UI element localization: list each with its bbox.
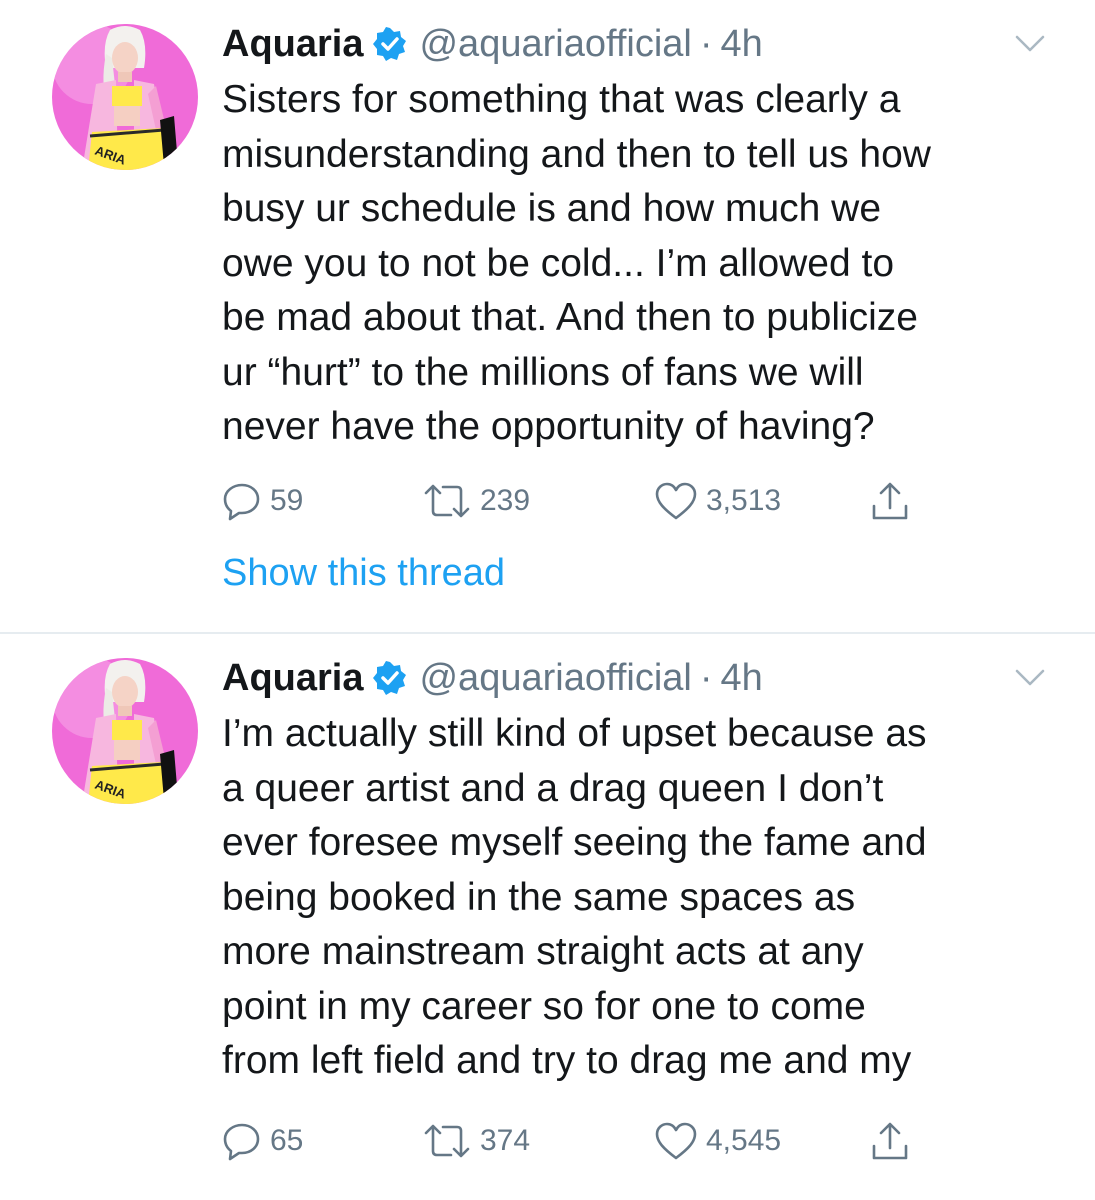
heart-icon xyxy=(655,482,697,520)
retweet-icon xyxy=(424,484,470,518)
separator-dot: · xyxy=(699,22,713,65)
retweet-button[interactable]: 374 xyxy=(422,1118,530,1164)
author-name[interactable]: Aquaria xyxy=(222,657,363,700)
verified-badge-icon xyxy=(373,27,407,61)
like-button[interactable]: 3,513 xyxy=(654,478,781,524)
tweet-actions: 59 239 3,513 xyxy=(222,478,942,524)
share-icon xyxy=(872,1122,908,1160)
tweet[interactable]: Aquaria @aquariaofficial · 4h I’m actual… xyxy=(0,634,1095,1200)
reply-icon xyxy=(223,1123,260,1161)
author-handle[interactable]: @aquariaofficial xyxy=(419,657,691,700)
tweet-text: Sisters for something that was clearly a… xyxy=(222,78,931,448)
heart-icon xyxy=(655,1122,697,1160)
share-button[interactable] xyxy=(870,478,910,524)
share-icon xyxy=(872,482,908,520)
avatar[interactable] xyxy=(52,24,198,170)
profile-photo-icon xyxy=(52,658,198,804)
tweet-header: Aquaria @aquariaofficial · 4h xyxy=(222,650,763,706)
like-count: 4,545 xyxy=(706,1124,782,1157)
profile-photo-icon xyxy=(52,24,198,170)
tweet-timestamp[interactable]: 4h xyxy=(721,657,763,700)
separator-dot: · xyxy=(699,656,713,699)
like-button[interactable]: 4,545 xyxy=(654,1118,781,1164)
reply-button[interactable]: 59 xyxy=(222,478,303,524)
share-button[interactable] xyxy=(870,1118,910,1164)
verified-badge-icon xyxy=(373,661,407,695)
retweet-icon xyxy=(424,1124,470,1158)
show-thread-link[interactable]: Show this thread xyxy=(222,552,505,595)
tweet[interactable]: Aquaria @aquariaofficial · 4h Sisters fo… xyxy=(0,0,1095,632)
tweet-timestamp[interactable]: 4h xyxy=(721,23,763,66)
tweet-text: I’m actually still kind of upset because… xyxy=(222,712,927,1082)
reply-button[interactable]: 65 xyxy=(222,1118,303,1164)
retweet-count: 374 xyxy=(480,1124,531,1157)
tweet-header: Aquaria @aquariaofficial · 4h xyxy=(222,16,763,72)
reply-icon xyxy=(223,483,260,521)
tweet-actions: 65 374 4,545 xyxy=(222,1118,942,1164)
chevron-down-icon[interactable] xyxy=(1015,34,1045,54)
retweet-button[interactable]: 239 xyxy=(422,478,530,524)
author-handle[interactable]: @aquariaofficial xyxy=(419,23,691,66)
like-count: 3,513 xyxy=(706,484,782,517)
author-name[interactable]: Aquaria xyxy=(222,23,363,66)
retweet-count: 239 xyxy=(480,484,531,517)
reply-count: 65 xyxy=(270,1124,304,1157)
avatar[interactable] xyxy=(52,658,198,804)
reply-count: 59 xyxy=(270,484,304,517)
chevron-down-icon[interactable] xyxy=(1015,668,1045,688)
